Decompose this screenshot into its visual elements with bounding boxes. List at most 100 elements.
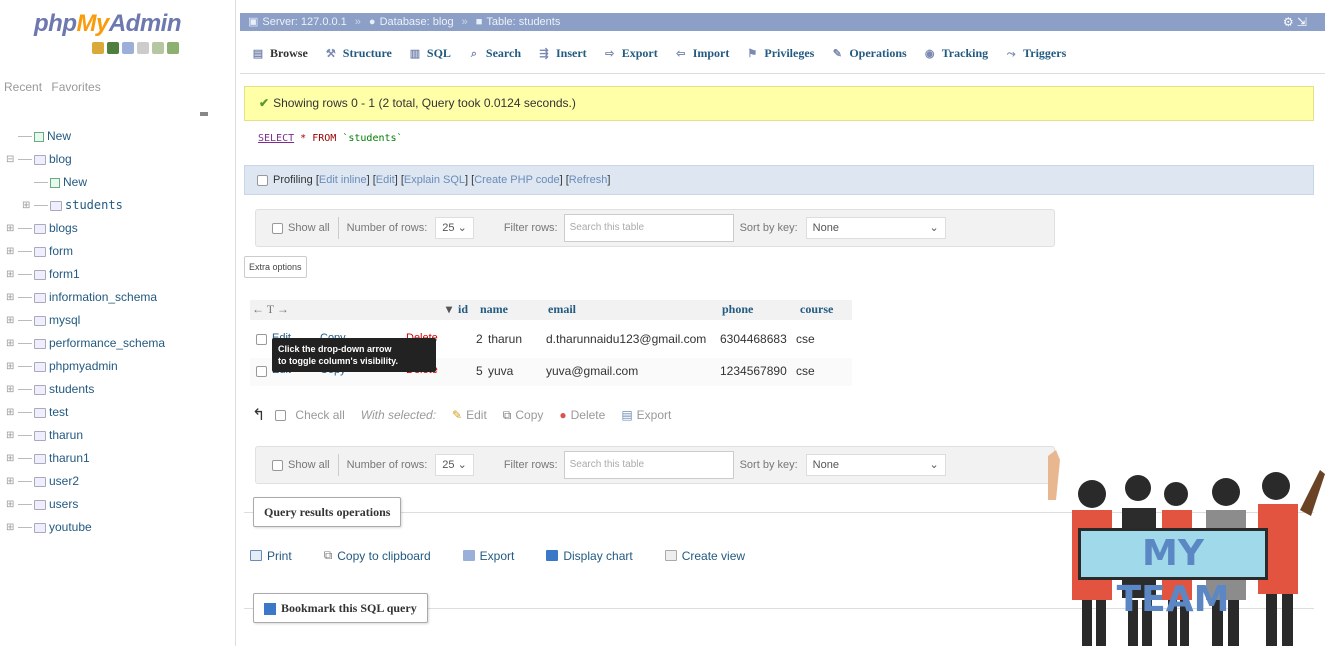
- number-of-rows-select[interactable]: 25 ⌄: [435, 454, 474, 476]
- recent-tab[interactable]: Recent: [4, 80, 42, 94]
- profiling-checkbox[interactable]: [257, 174, 268, 186]
- tree-item[interactable]: ⊞ tharun: [6, 424, 234, 447]
- breadcrumb-database[interactable]: Database: blog: [380, 13, 454, 31]
- expand-icon[interactable]: ⊞: [6, 407, 18, 418]
- help-icon[interactable]: [122, 42, 134, 54]
- tree-item[interactable]: ⊞ students: [6, 194, 234, 217]
- explain-sql-link[interactable]: Explain SQL: [404, 174, 465, 186]
- tab-triggers[interactable]: ⤳ Triggers: [1005, 46, 1067, 61]
- column-header-phone[interactable]: phone: [722, 302, 753, 317]
- column-header-id[interactable]: id: [458, 302, 468, 317]
- expand-icon[interactable]: ⊞: [6, 361, 18, 372]
- expand-icon[interactable]: ⊞: [6, 223, 18, 234]
- display-chart-button[interactable]: Display chart: [546, 548, 633, 563]
- tree-item[interactable]: ⊞ user2: [6, 470, 234, 493]
- tab-browse[interactable]: ▤ Browse: [252, 46, 308, 61]
- tree-item[interactable]: ⊞ students: [6, 378, 234, 401]
- create-php-code-link[interactable]: Create PHP code: [474, 174, 559, 186]
- tree-item[interactable]: ⊞ form: [6, 240, 234, 263]
- tree-item[interactable]: New: [6, 125, 234, 148]
- expand-icon[interactable]: ⊞: [6, 499, 18, 510]
- expand-icon[interactable]: ⊟: [6, 154, 18, 165]
- tree-item[interactable]: ⊞ tharun1: [6, 447, 234, 470]
- tab-import[interactable]: ⇦ Import: [675, 46, 729, 61]
- filter-rows-input[interactable]: Search this table: [563, 451, 734, 479]
- sort-by-key-select[interactable]: None ⌄: [805, 454, 946, 476]
- column-visibility-dropdown[interactable]: ▾: [446, 302, 452, 317]
- expand-icon[interactable]: ⊞: [6, 246, 18, 257]
- print-button[interactable]: Print: [250, 548, 292, 563]
- tree-item-label: tharun: [49, 428, 84, 442]
- expand-icon[interactable]: ⊞: [6, 430, 18, 441]
- tree-item[interactable]: ⊞ blogs: [6, 217, 234, 240]
- tab-privileges[interactable]: ⚑ Privileges: [746, 46, 814, 61]
- tab-tracking[interactable]: ◉ Tracking: [924, 46, 988, 61]
- expand-icon[interactable]: ⊞: [6, 384, 18, 395]
- settings-icon[interactable]: [152, 42, 164, 54]
- expand-icon[interactable]: ⊞: [6, 292, 18, 303]
- tab-structure[interactable]: ⚒ Structure: [325, 46, 392, 61]
- home-icon[interactable]: [92, 42, 104, 54]
- export-button[interactable]: Export: [462, 548, 514, 563]
- breadcrumb-table[interactable]: Table: students: [486, 13, 560, 31]
- tab-operations[interactable]: ✎ Operations: [831, 46, 907, 61]
- collapse-all-icon[interactable]: [200, 112, 208, 116]
- row-checkbox[interactable]: [256, 366, 267, 377]
- expand-icon[interactable]: ⊞: [6, 315, 18, 326]
- tab-search[interactable]: ⌕ Search: [468, 46, 521, 61]
- expand-icon[interactable]: ⊞: [6, 269, 18, 280]
- edit-link[interactable]: Edit: [376, 174, 395, 186]
- extra-options-button[interactable]: Extra options: [244, 256, 307, 278]
- tree-item[interactable]: ⊟ blog: [6, 148, 234, 171]
- tree-item[interactable]: New: [6, 171, 234, 194]
- show-all-checkbox[interactable]: [272, 459, 283, 471]
- logout-icon[interactable]: [107, 42, 119, 54]
- tree-item[interactable]: ⊞ performance_schema: [6, 332, 234, 355]
- docs-icon[interactable]: [137, 42, 149, 54]
- bulk-copy-button[interactable]: ⧉ Copy: [503, 408, 544, 423]
- database-icon: [34, 453, 46, 464]
- edit-inline-link[interactable]: Edit inline: [319, 174, 367, 186]
- sort-by-key-select[interactable]: None ⌄: [805, 217, 946, 239]
- create-view-button[interactable]: Create view: [664, 548, 745, 563]
- bulk-delete-button[interactable]: ● Delete: [559, 408, 605, 422]
- number-of-rows-label: Number of rows:: [346, 222, 428, 234]
- refresh-link[interactable]: Refresh: [569, 174, 608, 186]
- number-of-rows-select[interactable]: 25 ⌄: [435, 217, 474, 239]
- phpmyadmin-logo[interactable]: phpMyAdmin: [34, 10, 182, 38]
- expand-icon[interactable]: ⊞: [6, 476, 18, 487]
- column-header-name[interactable]: name: [480, 302, 508, 317]
- tree-item[interactable]: ⊞ phpmyadmin: [6, 355, 234, 378]
- check-all-checkbox[interactable]: [275, 409, 287, 421]
- breadcrumb-server[interactable]: Server: 127.0.0.1: [262, 13, 346, 31]
- expand-icon[interactable]: ⊞: [6, 453, 18, 464]
- tree-item[interactable]: ⊞ test: [6, 401, 234, 424]
- gear-icon[interactable]: ⚙ ⇲: [1283, 13, 1307, 31]
- tree-line: [34, 182, 48, 183]
- tree-item[interactable]: ⊞ youtube: [6, 516, 234, 539]
- tree-item[interactable]: ⊞ users: [6, 493, 234, 516]
- reload-icon[interactable]: [167, 42, 179, 54]
- bulk-export-button[interactable]: ▤ Export: [621, 408, 671, 422]
- tree-item[interactable]: ⊞ mysql: [6, 309, 234, 332]
- tree-item[interactable]: ⊞ information_schema: [6, 286, 234, 309]
- favorites-tab[interactable]: Favorites: [51, 80, 100, 94]
- show-all-checkbox[interactable]: [272, 222, 283, 234]
- filter-rows-input[interactable]: Search this table: [563, 214, 734, 242]
- expand-icon[interactable]: ⊞: [6, 522, 18, 533]
- expand-icon[interactable]: ⊞: [22, 200, 34, 211]
- column-header-email[interactable]: email: [548, 302, 576, 317]
- row-checkbox[interactable]: [256, 334, 267, 345]
- bulk-edit-button[interactable]: ✎ Edit: [452, 408, 487, 422]
- column-resize-icon[interactable]: ← T →: [252, 302, 289, 317]
- expand-icon[interactable]: ⊞: [6, 338, 18, 349]
- tab-insert[interactable]: ⇶ Insert: [538, 46, 586, 61]
- copy-to-clipboard-button[interactable]: ⧉ Copy to clipboard: [324, 548, 431, 563]
- cell-email: d.tharunnaidu123@gmail.com: [546, 332, 707, 346]
- tree-line: [18, 389, 32, 390]
- tree-item[interactable]: ⊞ form1: [6, 263, 234, 286]
- tab-export[interactable]: ⇨ Export: [604, 46, 658, 61]
- bookmark-legend[interactable]: Bookmark this SQL query: [253, 593, 428, 623]
- column-header-course[interactable]: course: [800, 302, 833, 317]
- tab-sql[interactable]: ▥ SQL: [409, 46, 451, 61]
